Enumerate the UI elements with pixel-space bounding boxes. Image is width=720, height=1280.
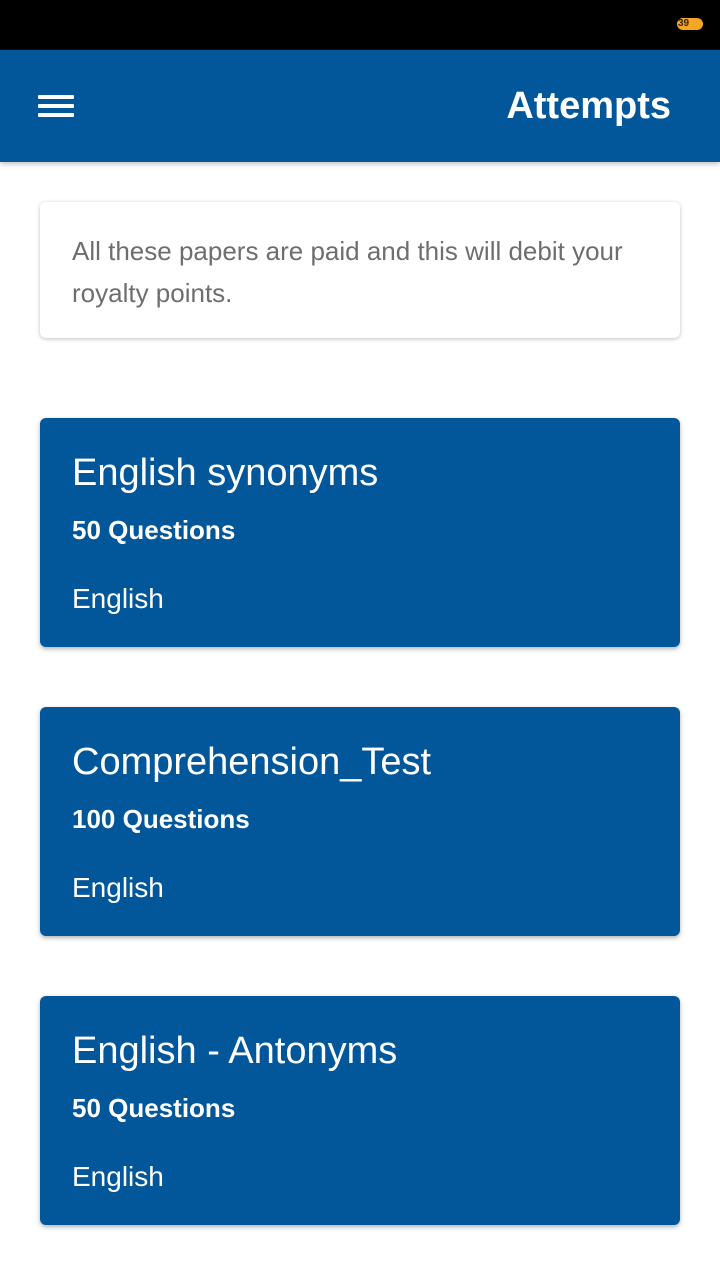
question-count: 100 Questions (72, 804, 250, 834)
status-bar: 39 (0, 0, 720, 50)
paper-card-english-antonyms[interactable]: English - Antonyms 50 Questions English (40, 996, 680, 1225)
battery-icon: 39 (677, 18, 703, 30)
paper-title: Comprehension_Test (72, 741, 432, 783)
question-count: 50 Questions (72, 515, 236, 545)
paper-title: English synonyms (72, 452, 379, 494)
paper-card-comprehension-test[interactable]: Comprehension_Test 100 Questions English (40, 707, 680, 936)
notice-card: All these papers are paid and this will … (40, 202, 680, 338)
page-title: Attempts (506, 85, 671, 127)
paper-subject: English (72, 583, 164, 614)
paper-card-english-synonyms[interactable]: English synonyms 50 Questions English (40, 418, 680, 647)
question-count: 50 Questions (72, 1093, 236, 1123)
paper-title: English - Antonyms (72, 1030, 398, 1072)
notice-text: All these papers are paid and this will … (72, 236, 623, 308)
app-bar: Attempts (0, 50, 720, 162)
menu-icon[interactable] (28, 84, 84, 128)
paper-subject: English (72, 872, 164, 903)
paper-subject: English (72, 1161, 164, 1192)
